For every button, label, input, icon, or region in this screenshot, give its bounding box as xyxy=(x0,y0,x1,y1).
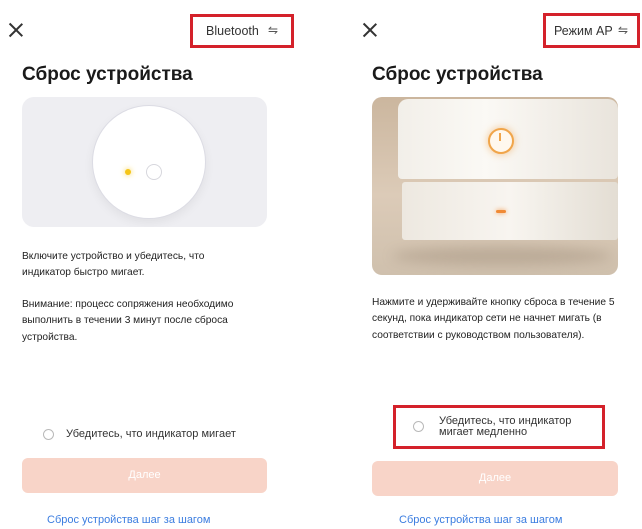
warning-text: Внимание: процесс сопряжения необходимо … xyxy=(22,299,234,343)
indicator-led xyxy=(125,169,131,175)
close-icon[interactable] xyxy=(362,22,378,38)
network-indicator-led xyxy=(496,210,506,213)
confirm-checkbox-label[interactable]: Убедитесь, что индикатор мигает медленно xyxy=(439,416,589,438)
close-icon[interactable] xyxy=(8,22,24,38)
mode-switch-ap[interactable]: Режим AP xyxy=(554,24,613,38)
device-photo xyxy=(372,97,618,275)
reset-guide-link[interactable]: Сброс устройства шаг за шагом xyxy=(399,514,562,526)
page-title: Сброс устройства xyxy=(372,64,543,85)
zoom-circle xyxy=(92,105,206,219)
page-title: Сброс устройства xyxy=(22,64,193,85)
instruction-text: Включите устройство и убедитесь, что инд… xyxy=(22,251,205,279)
device-illustration xyxy=(22,97,267,227)
power-icon xyxy=(146,164,162,180)
reset-guide-link[interactable]: Сброс устройства шаг за шагом xyxy=(47,514,210,526)
power-icon xyxy=(488,128,514,154)
confirm-checkbox[interactable] xyxy=(413,421,424,432)
bluetooth-reset-screen: Bluetooth ⇋ Сброс устройства Включите ус… xyxy=(0,0,321,529)
mode-switch-bluetooth[interactable]: Bluetooth xyxy=(206,24,259,38)
device-base xyxy=(402,182,618,240)
swap-arrows-icon[interactable]: ⇋ xyxy=(618,23,628,37)
swap-arrows-icon[interactable]: ⇋ xyxy=(268,23,278,37)
instruction-text: Нажмите и удерживайте кнопку сброса в те… xyxy=(372,297,615,341)
next-button[interactable]: Далее xyxy=(372,461,618,496)
next-button[interactable]: Далее xyxy=(22,458,267,493)
ap-mode-reset-screen: Режим AP ⇋ Сброс устройства Нажмите и уд… xyxy=(321,0,642,529)
confirm-checkbox-label[interactable]: Убедитесь, что индикатор мигает xyxy=(66,429,236,440)
confirm-checkbox[interactable] xyxy=(43,429,54,440)
